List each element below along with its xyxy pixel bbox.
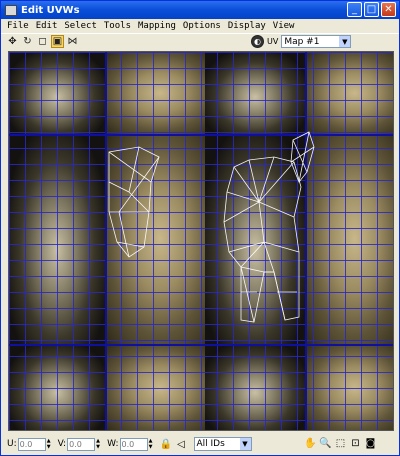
mirror-icon[interactable]: ⋈ <box>66 35 79 48</box>
menu-bar: File Edit Select Tools Mapping Options D… <box>1 19 399 33</box>
texture-icon[interactable]: ◙ <box>364 437 377 450</box>
menu-display[interactable]: Display <box>228 21 266 31</box>
app-icon <box>5 4 17 16</box>
lock-icon[interactable]: 🔒 <box>160 438 173 451</box>
filter-icon[interactable]: ◁ <box>175 438 188 451</box>
uv-shell-hand <box>290 131 315 183</box>
move-icon[interactable]: ✥ <box>6 35 19 48</box>
scale-icon[interactable]: ◻ <box>36 35 49 48</box>
menu-view[interactable]: View <box>273 21 295 31</box>
title-bar: Edit UVWs _ □ ✕ <box>1 1 399 19</box>
zoom-icon[interactable]: 🔍 <box>319 437 332 450</box>
v-spinner[interactable]: ▲ ▼ <box>95 438 101 451</box>
zoom-region-icon[interactable]: ⬚ <box>334 437 347 450</box>
material-id-select[interactable]: All IDs ▼ <box>193 437 252 451</box>
w-field[interactable]: 0.0 <box>119 437 148 451</box>
close-button[interactable]: ✕ <box>381 2 396 17</box>
menu-edit[interactable]: Edit <box>36 21 58 31</box>
chevron-down-icon: ▼ <box>239 438 251 450</box>
uv-mesh[interactable] <box>9 52 394 431</box>
view-navigation: ✋ 🔍 ⬚ ⊡ ◙ <box>304 437 379 450</box>
uv-editor-viewport[interactable] <box>8 51 394 431</box>
u-label: U: <box>7 439 17 449</box>
minimize-button[interactable]: _ <box>347 2 362 17</box>
zoom-extents-icon[interactable]: ⊡ <box>349 437 362 450</box>
uv-shell-body <box>223 156 302 323</box>
v-coordinate: V: 0.0 ▲ ▼ <box>57 437 101 451</box>
menu-file[interactable]: File <box>7 21 29 31</box>
uv-globe-icon[interactable]: ◐ <box>251 35 264 48</box>
u-coordinate: U: 0.0 ▲ ▼ <box>7 437 52 451</box>
window-controls: _ □ ✕ <box>347 2 396 17</box>
uv-label: UV <box>267 37 279 46</box>
v-field[interactable]: 0.0 <box>67 437 96 451</box>
menu-tools[interactable]: Tools <box>104 21 131 31</box>
material-id-value: All IDs <box>196 439 225 449</box>
rotate-icon[interactable]: ↻ <box>21 35 34 48</box>
menu-mapping[interactable]: Mapping <box>138 21 176 31</box>
chevron-down-icon: ▼ <box>339 36 351 47</box>
menu-select[interactable]: Select <box>64 21 97 31</box>
w-coordinate: W: 0.0 ▲ ▼ <box>107 437 154 451</box>
toolbar: ✥ ↻ ◻ ▣ ⋈ ◐ UV Map #1 ▼ <box>1 33 399 49</box>
window-title: Edit UVWs <box>21 4 80 16</box>
v-label: V: <box>57 439 67 449</box>
uv-group: ◐ UV Map #1 ▼ <box>251 35 352 48</box>
edit-uvws-window: Edit UVWs _ □ ✕ File Edit Select Tools M… <box>0 0 400 456</box>
hand-icon[interactable]: ✋ <box>304 437 317 450</box>
freeform-icon[interactable]: ▣ <box>51 35 64 48</box>
map-channel-value: Map #1 <box>284 36 320 47</box>
u-spinner[interactable]: ▲ ▼ <box>46 438 52 451</box>
w-label: W: <box>107 439 119 449</box>
w-spinner[interactable]: ▲ ▼ <box>148 438 154 451</box>
status-bar: U: 0.0 ▲ ▼ V: 0.0 ▲ ▼ W: 0.0 ▲ ▼ 🔒 ◁ All ID… <box>1 433 399 455</box>
uv-shell-arm <box>108 146 160 258</box>
map-channel-select[interactable]: Map #1 ▼ <box>281 35 352 48</box>
menu-options[interactable]: Options <box>183 21 221 31</box>
maximize-button[interactable]: □ <box>364 2 379 17</box>
u-field[interactable]: 0.0 <box>17 437 46 451</box>
